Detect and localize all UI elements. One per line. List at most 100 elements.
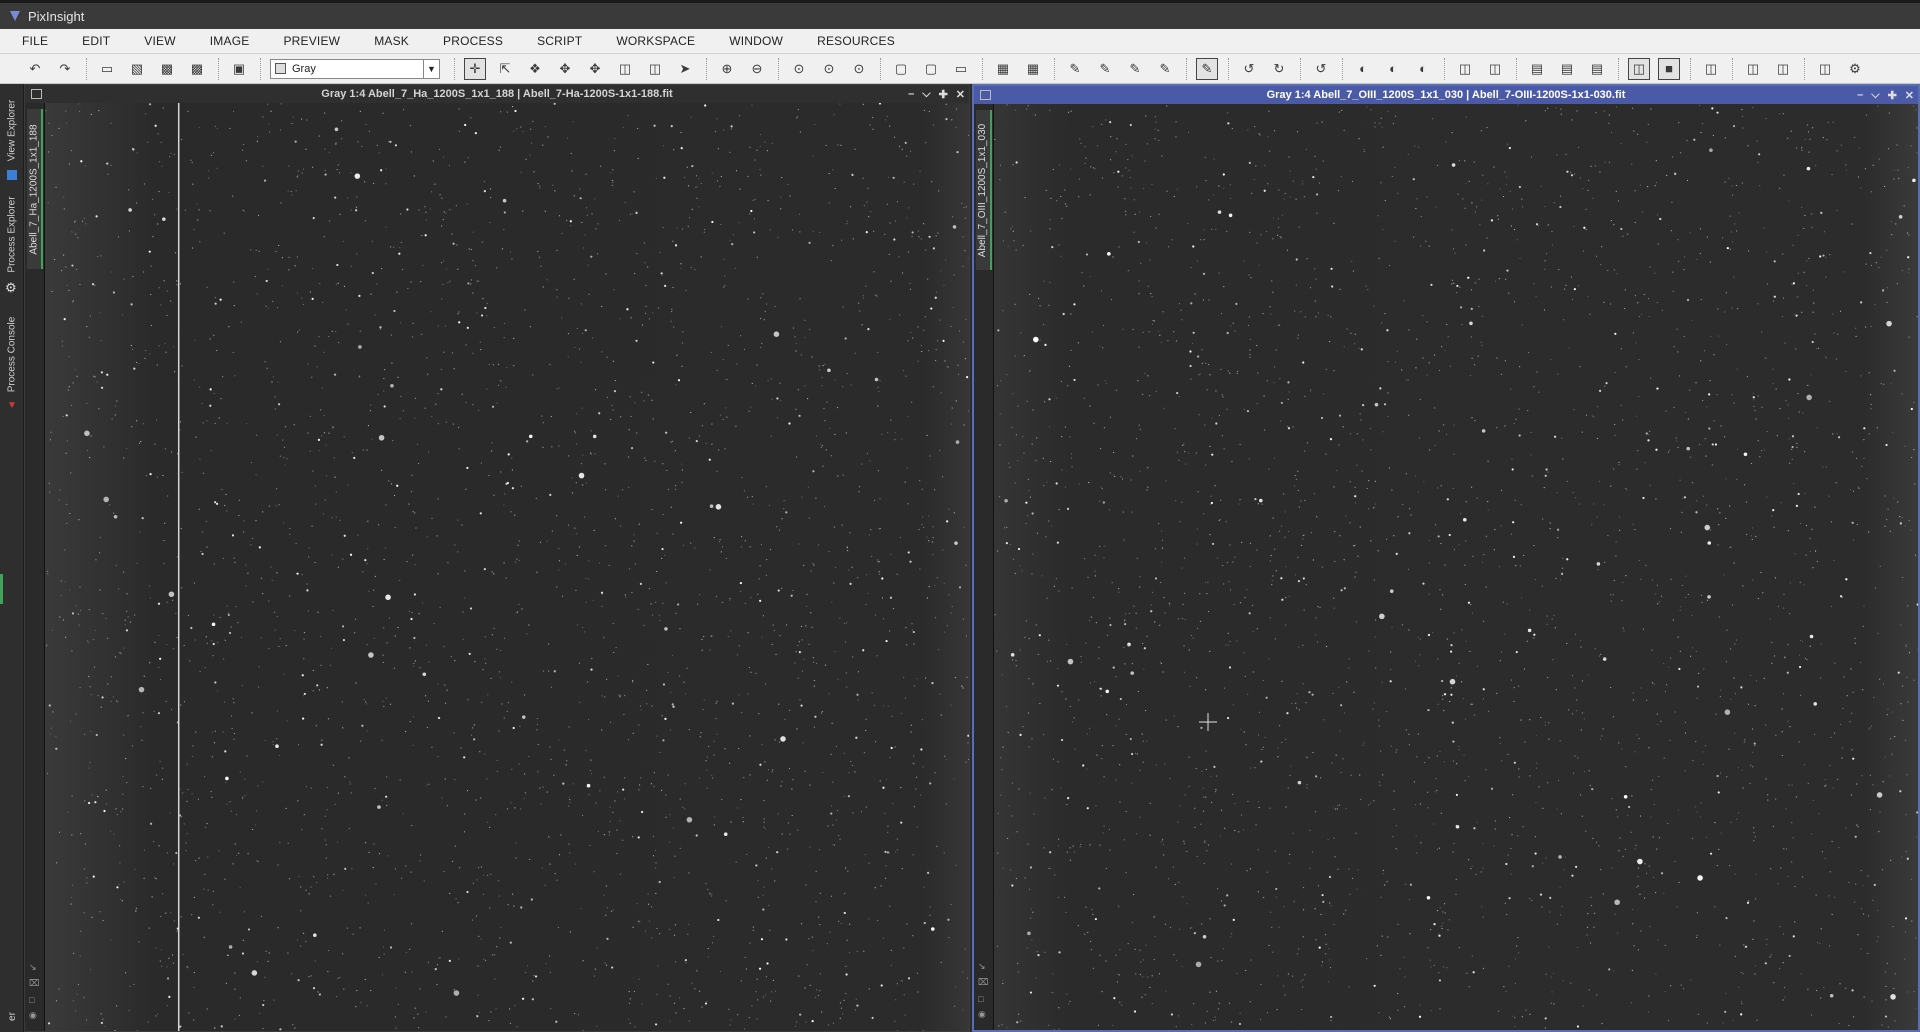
stf-icon[interactable]: ◉ (29, 1010, 37, 1021)
dock-tab-bottom[interactable]: er (2, 1004, 22, 1028)
arrows-icon[interactable]: ✥ (584, 58, 606, 80)
view-explorer-icon[interactable]: ▤ (1556, 58, 1578, 80)
history-clear-icon[interactable]: ↺ (1310, 58, 1332, 80)
image-window-oiii[interactable]: Gray 1:4 Abell_7_OIII_1200S_1x1_030 | Ab… (972, 84, 1920, 1032)
process-history-icon[interactable]: ✎ (1124, 58, 1146, 80)
noise-speck (614, 138, 616, 140)
menu-resources[interactable]: RESOURCES (817, 34, 895, 48)
explorer-icon[interactable]: ◫ (1454, 58, 1476, 80)
dock-tab-process-explorer[interactable]: Process Explorer (2, 188, 22, 280)
window-menu-icon[interactable] (980, 90, 991, 100)
pan-mode-icon[interactable]: ❖ (524, 58, 546, 80)
zoom-fit-icon[interactable]: ⇱ (494, 58, 516, 80)
noise-speck (467, 699, 469, 701)
dock-tab-view-explorer[interactable]: View Explorer (2, 88, 22, 172)
image-canvas[interactable] (45, 103, 969, 1031)
menu-window[interactable]: WINDOW (729, 34, 783, 48)
export-icon[interactable]: ◫ (1814, 58, 1836, 80)
window-titlebar[interactable]: Gray 1:4 Abell_7_OIII_1200S_1x1_030 | Ab… (974, 86, 1918, 104)
close-icon[interactable]: ✕ (956, 88, 965, 101)
mask-icon[interactable]: ⌧ (29, 978, 39, 989)
process-edit-icon[interactable]: ✎ (1094, 58, 1116, 80)
format-explorer-icon[interactable]: ▤ (1526, 58, 1548, 80)
preview-icon[interactable]: □ (29, 995, 34, 1005)
new-preview-icon[interactable]: ▢ (890, 58, 912, 80)
mask-icon[interactable]: ⌧ (978, 977, 988, 988)
zoom-1-1-icon[interactable]: ⊙ (788, 58, 810, 80)
duplicate-icon[interactable]: ▣ (228, 58, 250, 80)
minimize-icon[interactable]: – (1857, 89, 1863, 101)
view-tab[interactable]: Abell_7_Ha_1200S_1x1_188 (27, 109, 43, 269)
menu-image[interactable]: IMAGE (210, 34, 250, 48)
gear-icon[interactable]: ⚙ (5, 280, 17, 296)
undo-icon[interactable]: ↶ (24, 58, 46, 80)
menu-file[interactable]: FILE (22, 34, 48, 48)
pin-icon[interactable]: ↘ (978, 961, 986, 972)
history-back-icon[interactable]: ↺ (1238, 58, 1260, 80)
console-warning-icon[interactable]: ▼ (7, 400, 17, 411)
noise-speck (150, 324, 152, 327)
dynamic-crop-icon[interactable]: ◫ (644, 58, 666, 80)
stf-reset-icon[interactable]: ◐ (1412, 58, 1434, 80)
menu-process[interactable]: PROCESS (443, 34, 503, 48)
save-as-icon[interactable]: ▩ (186, 58, 208, 80)
crop-icon[interactable]: ◫ (614, 58, 636, 80)
noise-speck (1125, 167, 1127, 169)
move-icon[interactable]: ✥ (554, 58, 576, 80)
save-icon[interactable]: ▩ (156, 58, 178, 80)
star (856, 1004, 859, 1007)
pin-icon[interactable]: ↘ (29, 962, 37, 973)
history-explorer-icon[interactable]: ▤ (1586, 58, 1608, 80)
settings-icon[interactable]: ⚙ (1844, 58, 1866, 80)
tile-windows-icon[interactable]: ◫ (1700, 58, 1722, 80)
chevron-down-icon[interactable]: ▼ (423, 59, 439, 78)
workspace-color-icon[interactable]: ■ (1658, 57, 1680, 80)
screen-close-icon[interactable]: ◫ (1772, 58, 1794, 80)
process-container-icon[interactable]: ✎ (1154, 58, 1176, 80)
menu-edit[interactable]: EDIT (82, 34, 110, 48)
new-image-icon[interactable]: ▭ (96, 58, 118, 80)
zoom-out-icon[interactable]: ⊖ (746, 58, 768, 80)
preview-icon[interactable]: □ (978, 994, 983, 1004)
window-menu-icon[interactable] (31, 89, 42, 99)
maximize-icon[interactable]: ✚ (939, 88, 948, 101)
dock-tab-process-console[interactable]: Process Console (2, 306, 22, 402)
preview-region-icon[interactable]: ▢ (920, 58, 942, 80)
shade-icon[interactable]: ⌵ (922, 88, 930, 101)
minimize-icon[interactable]: – (908, 88, 914, 100)
stf-icon[interactable]: ◉ (978, 1009, 986, 1020)
redo-icon[interactable]: ↷ (54, 58, 76, 80)
screen-icon[interactable]: ◫ (1742, 58, 1764, 80)
pointer-icon[interactable]: ➤ (674, 58, 696, 80)
close-icon[interactable]: ✕ (1905, 89, 1914, 102)
image-window-ha[interactable]: Gray 1:4 Abell_7_Ha_1200S_1x1_188 | Abel… (24, 84, 970, 1032)
explorer-list-icon[interactable]: ◫ (1484, 58, 1506, 80)
zoom-in-icon[interactable]: ⊕ (716, 58, 738, 80)
history-forward-icon[interactable]: ↻ (1268, 58, 1290, 80)
zoom-4-1-icon[interactable]: ⊙ (848, 58, 870, 80)
fit-view-icon[interactable]: ▭ (950, 58, 972, 80)
workspace-monitor-icon[interactable]: ◫ (1628, 57, 1650, 80)
mask-show-icon[interactable]: ▦ (992, 58, 1014, 80)
noise-speck (1070, 110, 1072, 112)
menu-workspace[interactable]: WORKSPACE (616, 34, 695, 48)
process-icon[interactable]: ✎ (1064, 58, 1086, 80)
image-canvas[interactable] (994, 104, 1918, 1030)
menu-preview[interactable]: PREVIEW (283, 34, 340, 48)
open-icon[interactable]: ▧ (126, 58, 148, 80)
window-titlebar[interactable]: Gray 1:4 Abell_7_Ha_1200S_1x1_188 | Abel… (25, 85, 969, 103)
view-explorer-icon[interactable] (7, 170, 17, 180)
stf-link-icon[interactable]: ◐ (1382, 58, 1404, 80)
menu-mask[interactable]: MASK (374, 34, 409, 48)
menu-view[interactable]: VIEW (144, 34, 175, 48)
stf-icon[interactable]: ◐ (1352, 58, 1374, 80)
channel-select[interactable]: Gray ▼ (270, 58, 440, 79)
script-run-icon[interactable]: ✎ (1196, 57, 1218, 80)
shade-icon[interactable]: ⌵ (1871, 89, 1879, 102)
zoom-2-1-icon[interactable]: ⊙ (818, 58, 840, 80)
maximize-icon[interactable]: ✚ (1888, 89, 1897, 102)
menu-script[interactable]: SCRIPT (537, 34, 582, 48)
mask-invert-icon[interactable]: ▦ (1022, 58, 1044, 80)
view-tab[interactable]: Abell_7_OIII_1200S_1x1_030 (976, 110, 992, 270)
readout-mode-icon[interactable]: ✛ (464, 57, 486, 80)
